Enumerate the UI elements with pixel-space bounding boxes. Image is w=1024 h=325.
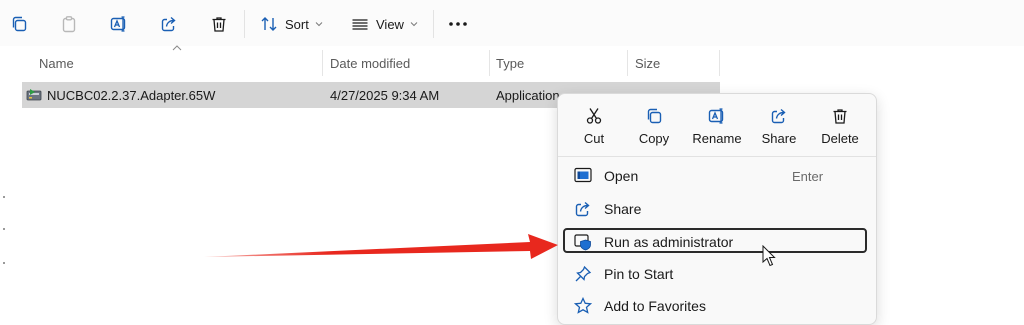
annotation-arrow (204, 234, 558, 259)
mouse-pointer-icon (762, 245, 776, 267)
